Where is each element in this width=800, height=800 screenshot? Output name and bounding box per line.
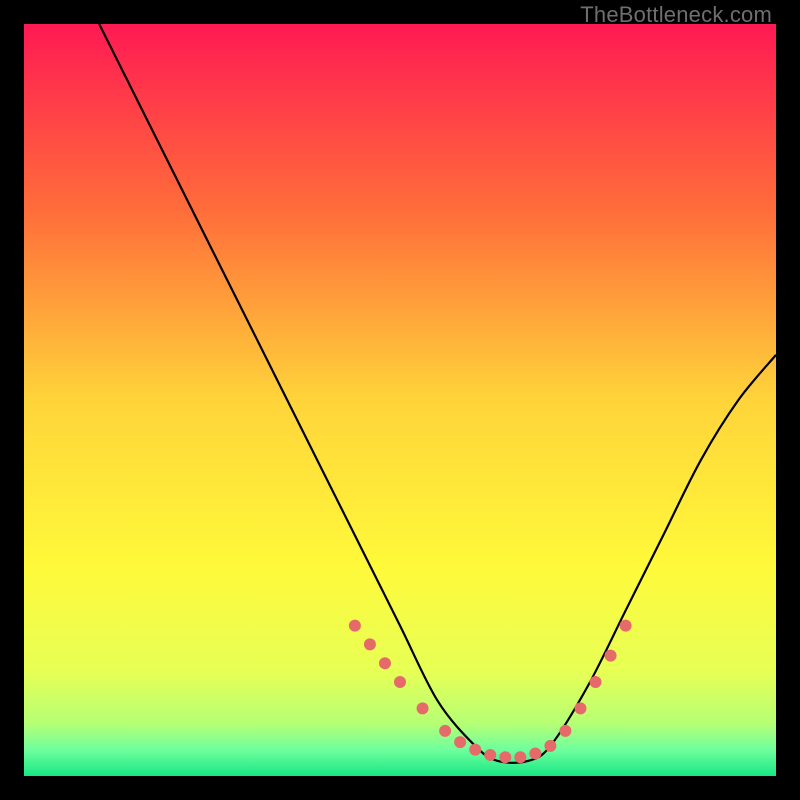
curve-marker — [394, 676, 406, 688]
curve-marker — [499, 751, 511, 763]
curve-marker — [605, 650, 617, 662]
curve-marker — [590, 676, 602, 688]
curve-marker — [417, 702, 429, 714]
curve-marker — [620, 620, 632, 632]
curve-marker — [349, 620, 361, 632]
curve-marker — [484, 749, 496, 761]
curve-marker — [529, 747, 541, 759]
bottleneck-chart — [24, 24, 776, 776]
curve-marker — [559, 725, 571, 737]
gradient-background — [24, 24, 776, 776]
curve-marker — [454, 736, 466, 748]
chart-frame — [24, 24, 776, 776]
curve-marker — [364, 638, 376, 650]
curve-marker — [469, 744, 481, 756]
curve-marker — [439, 725, 451, 737]
curve-marker — [574, 702, 586, 714]
curve-marker — [514, 751, 526, 763]
curve-marker — [379, 657, 391, 669]
curve-marker — [544, 740, 556, 752]
